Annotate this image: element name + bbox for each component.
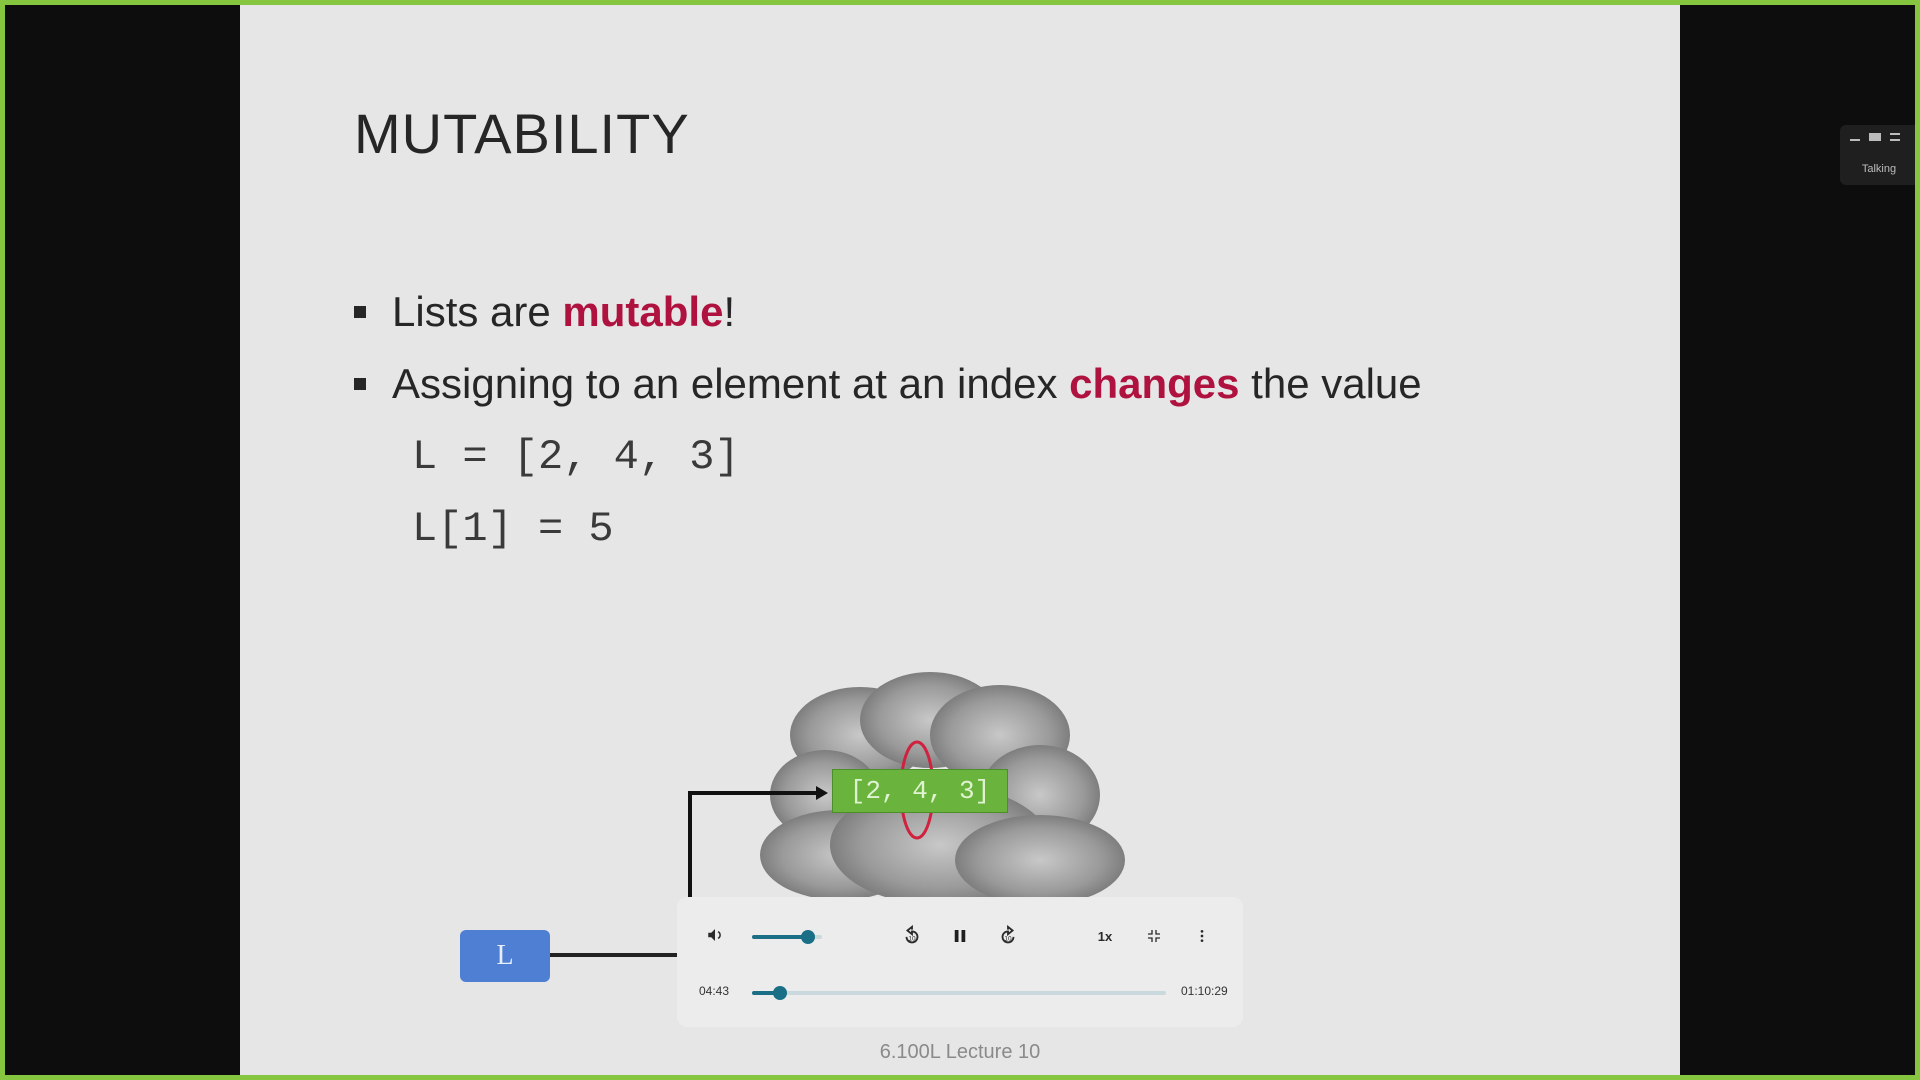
seek-bar[interactable] xyxy=(752,986,1166,1000)
volume-handle[interactable] xyxy=(801,930,815,944)
list-object: [2, 4, 3] xyxy=(832,769,1008,813)
video-player-controls: 10 10 1x 04:43 01:10:29 xyxy=(677,897,1243,1027)
current-time: 04:43 xyxy=(699,984,730,998)
volume-button[interactable] xyxy=(703,923,727,947)
widget-controls xyxy=(1850,133,1900,141)
floating-widget[interactable]: Talking xyxy=(1840,125,1918,185)
pause-button[interactable] xyxy=(947,923,973,949)
volume-slider[interactable] xyxy=(752,930,822,944)
pause-icon xyxy=(954,930,966,942)
svg-text:10: 10 xyxy=(908,936,916,943)
seek-handle[interactable] xyxy=(772,986,787,1000)
variable-box: L xyxy=(460,930,550,982)
slide-footer: 6.100L Lecture 10 xyxy=(879,1041,1041,1063)
more-options-button[interactable] xyxy=(1189,923,1215,949)
more-icon xyxy=(1200,930,1204,942)
playback-speed-button[interactable]: 1x xyxy=(1090,923,1120,949)
volume-level xyxy=(752,935,808,939)
window-icon[interactable] xyxy=(1869,133,1881,141)
volume-icon xyxy=(708,929,721,941)
rewind-10-button[interactable]: 10 xyxy=(899,923,925,949)
total-duration: 01:10:29 xyxy=(1181,984,1228,998)
rewind-10-icon: 10 xyxy=(905,925,919,944)
exit-fullscreen-icon xyxy=(1148,930,1160,942)
exit-fullscreen-button[interactable] xyxy=(1141,923,1167,949)
forward-10-button[interactable]: 10 xyxy=(995,923,1021,949)
widget-status-label: Talking xyxy=(1861,163,1897,175)
minimize-icon[interactable] xyxy=(1850,139,1860,141)
svg-text:10: 10 xyxy=(1004,936,1012,943)
forward-10-icon: 10 xyxy=(1001,925,1015,944)
menu-icon[interactable] xyxy=(1890,133,1900,141)
